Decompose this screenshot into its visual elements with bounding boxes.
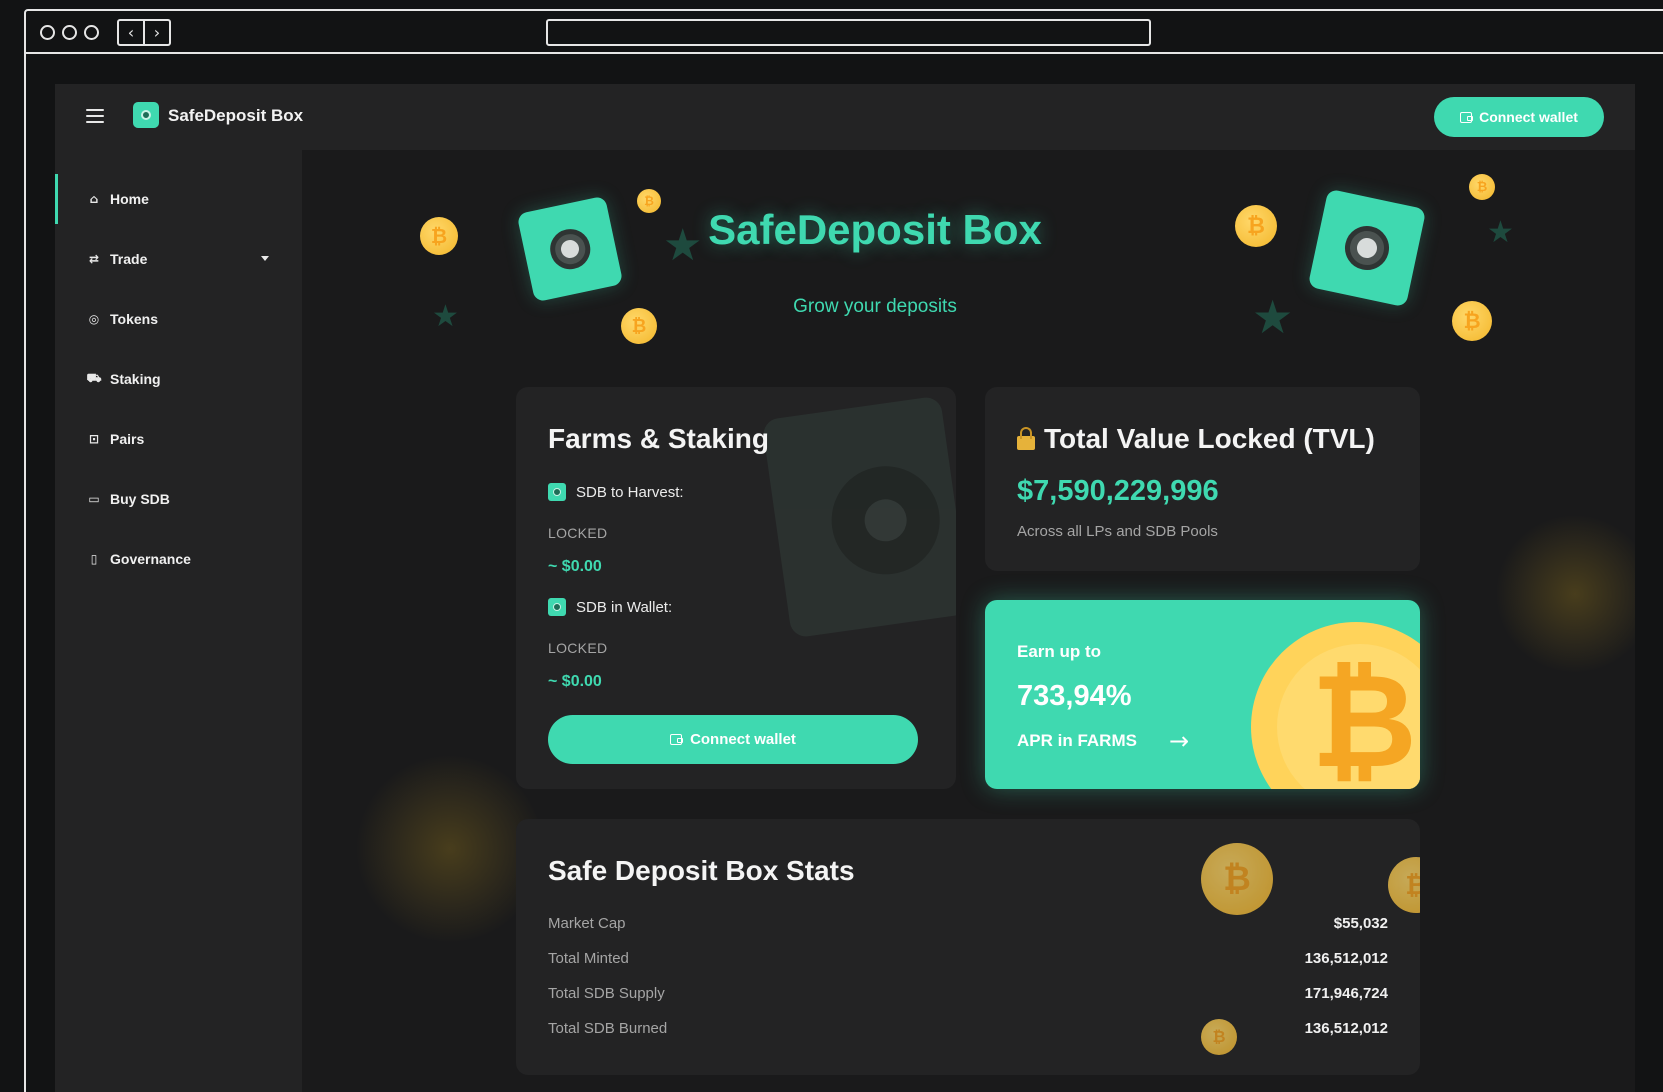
hero-subtitle: Grow your deposits xyxy=(793,296,957,317)
earn-apr-value: 733,94% xyxy=(1017,680,1132,712)
stat-label: Total Minted xyxy=(548,950,629,967)
harvest-label: SDB to Harvest: xyxy=(548,483,684,501)
sidebar-item-label: Staking xyxy=(110,371,161,387)
clipboard-icon: ▯ xyxy=(90,552,98,566)
sidebar: ⌂ Home ⇄ Trade ◎ Tokens ⛟ Staking ⊡ Pair… xyxy=(55,150,302,1092)
hero-title: SafeDeposit Box xyxy=(708,206,1042,253)
glow-decoration xyxy=(1495,514,1635,674)
chevron-down-icon xyxy=(261,256,269,261)
bitcoin-coin-icon: ₿ xyxy=(1469,174,1495,200)
farms-title: Farms & Staking xyxy=(548,423,769,454)
stat-row: Total Minted 136,512,012 xyxy=(548,950,1388,967)
sidebar-item-label: Home xyxy=(110,191,149,207)
tvl-value: $7,590,229,996 xyxy=(1017,475,1219,507)
harvest-status: LOCKED xyxy=(548,525,608,541)
sidebar-item-buy-sdb[interactable]: ▭ Buy SDB xyxy=(55,474,302,524)
connect-wallet-label: Connect wallet xyxy=(1479,109,1578,125)
tvl-card: Total Value Locked (TVL) $7,590,229,996 … xyxy=(985,387,1420,571)
back-button[interactable]: ‹ xyxy=(119,21,145,44)
stat-value: $55,032 xyxy=(1333,915,1388,932)
tvl-note: Across all LPs and SDB Pools xyxy=(1017,523,1218,540)
window-minimize-button[interactable] xyxy=(62,25,77,40)
swap-icon: ⇄ xyxy=(88,252,100,266)
logo-icon xyxy=(133,102,159,128)
menu-icon[interactable] xyxy=(86,109,104,123)
earn-prefix: Earn up to xyxy=(1017,642,1102,661)
home-icon: ⌂ xyxy=(89,192,99,206)
stat-value: 171,946,724 xyxy=(1304,985,1388,1002)
sidebar-item-label: Governance xyxy=(110,551,191,567)
sidebar-item-label: Pairs xyxy=(110,431,145,447)
earn-farms-link[interactable]: APR in FARMS → xyxy=(1017,729,1189,753)
wallet-label-text: SDB in Wallet: xyxy=(576,598,673,616)
stats-card: ₿ ₿ ₿ Safe Deposit Box Stats Market Cap … xyxy=(516,819,1420,1075)
harvest-amount: ~ $0.00 xyxy=(548,558,602,575)
stat-value: 136,512,012 xyxy=(1304,950,1388,967)
farms-connect-wallet-button[interactable]: Connect wallet xyxy=(548,715,918,764)
window-maximize-button[interactable] xyxy=(84,25,99,40)
sdb-token-icon xyxy=(548,598,566,616)
connect-wallet-button[interactable]: Connect wallet xyxy=(1434,97,1604,137)
top-bar: SafeDeposit Box Connect wallet xyxy=(55,84,1635,150)
sidebar-item-label: Buy SDB xyxy=(110,491,170,507)
lock-icon xyxy=(1017,427,1035,450)
safe-icon: ⊡ xyxy=(88,432,100,446)
sdb-token-icon xyxy=(548,483,566,501)
sidebar-item-pairs[interactable]: ⊡ Pairs xyxy=(55,414,302,464)
earn-suffix: APR in FARMS xyxy=(1017,731,1137,750)
brand-name: SafeDeposit Box xyxy=(168,106,304,125)
arrow-right-icon: → xyxy=(1168,727,1190,755)
browser-toolbar: ‹ › xyxy=(26,11,1663,54)
window-close-button[interactable] xyxy=(40,25,55,40)
bitcoin-coin-icon: ₿ xyxy=(1201,843,1273,915)
tractor-icon: ⛟ xyxy=(86,371,102,385)
harvest-label-text: SDB to Harvest: xyxy=(576,483,684,501)
safe-watermark-icon xyxy=(761,395,956,639)
tvl-title: Total Value Locked (TVL) xyxy=(1017,423,1375,455)
wallet-icon xyxy=(670,734,684,745)
earn-apr-card[interactable]: ₿ Earn up to 733,94% APR in FARMS → xyxy=(985,600,1420,789)
bitcoin-coin-icon: ₿ xyxy=(1388,857,1420,913)
address-bar[interactable] xyxy=(546,19,1151,46)
wallet-icon xyxy=(1460,111,1474,123)
stat-label: Market Cap xyxy=(548,915,626,932)
farms-staking-card: Farms & Staking SDB to Harvest: LOCKED ~… xyxy=(516,387,956,789)
sidebar-item-governance[interactable]: ▯ Governance xyxy=(55,534,302,584)
stats-title: Safe Deposit Box Stats xyxy=(548,855,855,886)
app-window: SafeDeposit Box Connect wallet ⌂ Home ⇄ … xyxy=(55,84,1635,1092)
stat-label: Total SDB Burned xyxy=(548,1020,668,1037)
stat-label: Total SDB Supply xyxy=(548,985,665,1002)
stat-value: 136,512,012 xyxy=(1304,1020,1388,1037)
stat-row: Total SDB Burned 136,512,012 xyxy=(548,1020,1388,1037)
wallet-amount: ~ $0.00 xyxy=(548,673,602,690)
wallet-status: LOCKED xyxy=(548,640,608,656)
wallet-label: SDB in Wallet: xyxy=(548,598,672,616)
sidebar-item-staking[interactable]: ⛟ Staking xyxy=(55,354,302,404)
stat-row: Total SDB Supply 171,946,724 xyxy=(548,985,1388,1002)
tvl-title-text: Total Value Locked (TVL) xyxy=(1044,423,1375,454)
connect-wallet-label: Connect wallet xyxy=(690,731,796,748)
bitcoin-coin-icon: ₿ xyxy=(1251,622,1420,789)
card-icon: ▭ xyxy=(88,492,100,506)
forward-button[interactable]: › xyxy=(145,21,169,44)
browser-nav-buttons: ‹ › xyxy=(117,19,171,46)
stat-row: Market Cap $55,032 xyxy=(548,915,1388,932)
